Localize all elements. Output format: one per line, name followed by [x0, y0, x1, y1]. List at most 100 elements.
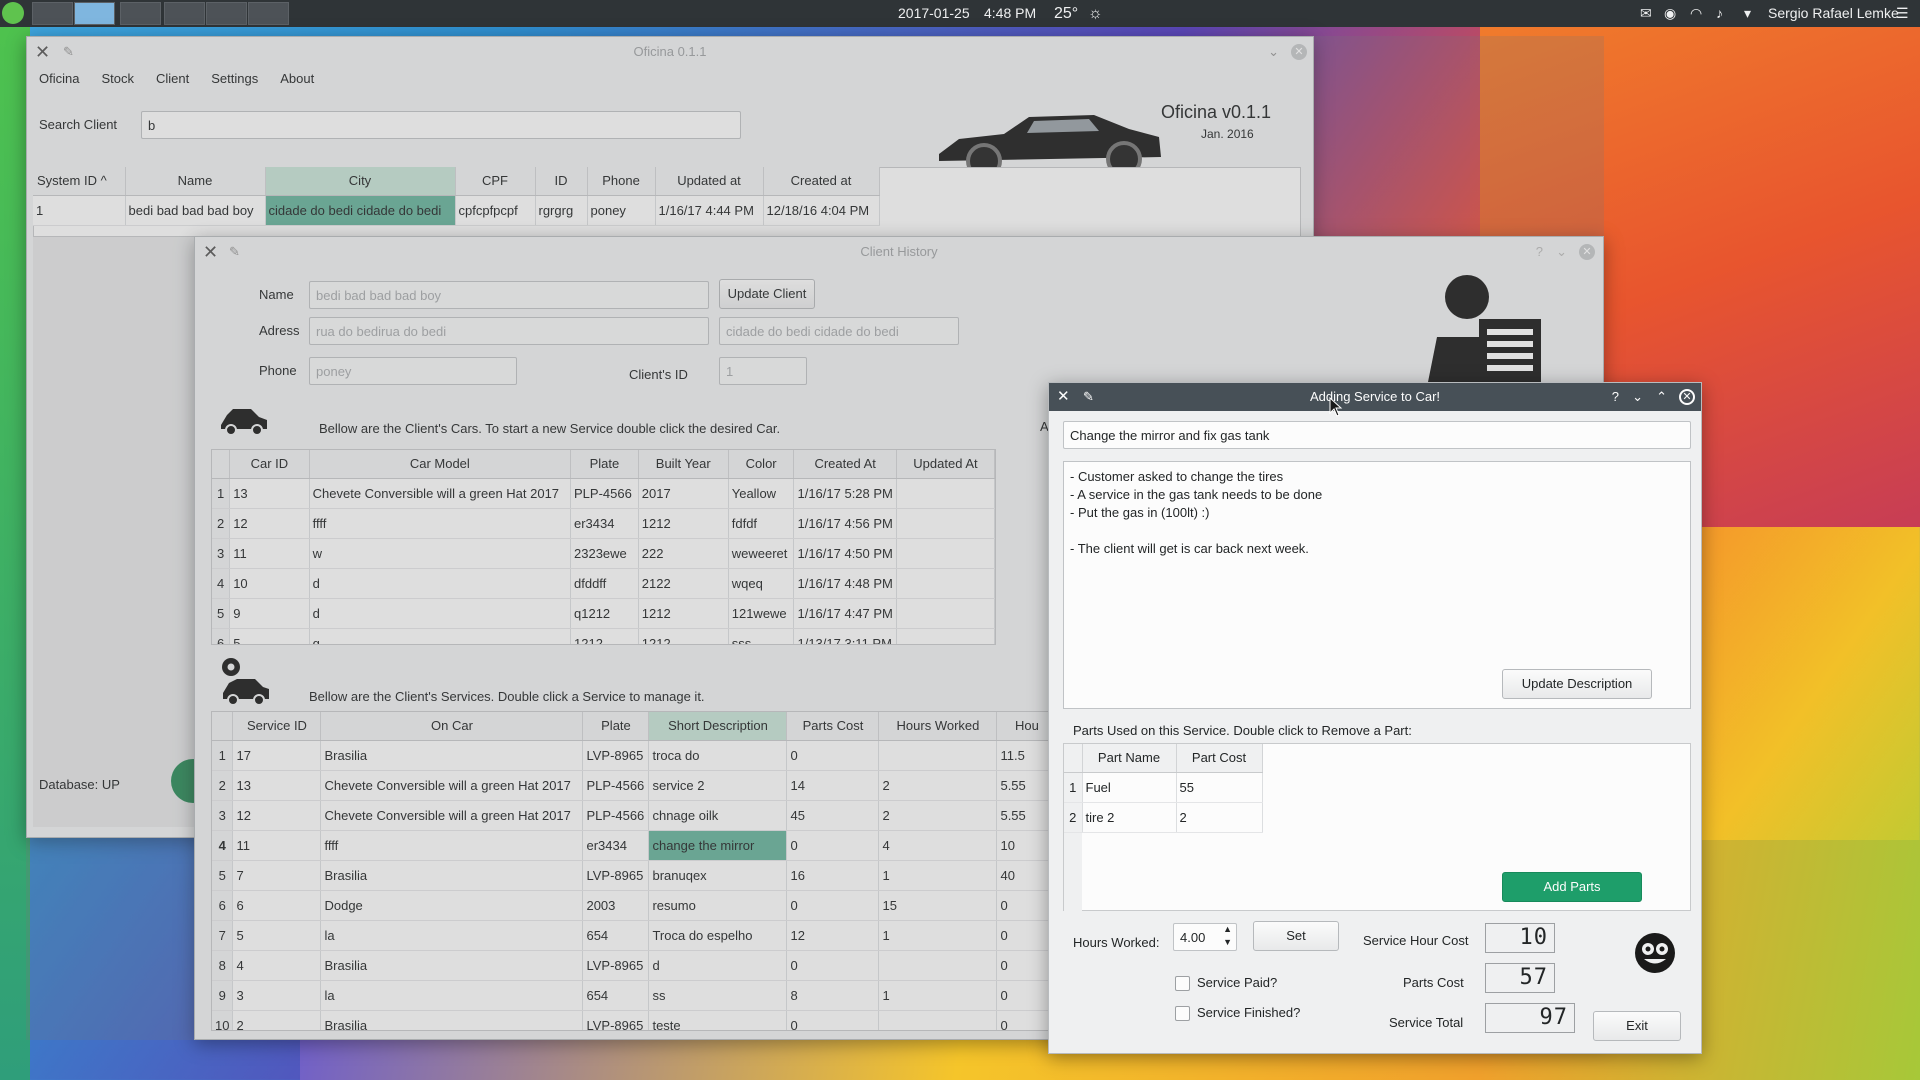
updates-icon[interactable]: ◉ — [1664, 0, 1676, 27]
col-plate[interactable]: Plate — [570, 450, 639, 479]
cell[interactable]: 1 — [33, 195, 126, 226]
col-plate[interactable]: Plate — [582, 712, 650, 741]
table-row[interactable]: 6 5 g 1212 1212 sss 1/13/17 3:11 PM — [212, 628, 995, 644]
task-client-history[interactable] — [74, 2, 115, 25]
table-row[interactable]: 1 Fuel 55 — [1064, 772, 1263, 803]
clock-date[interactable]: 2017-01-25 — [898, 0, 970, 27]
task-window-5[interactable] — [206, 2, 247, 25]
col-name[interactable]: Name — [125, 167, 266, 196]
task-window-6[interactable] — [248, 2, 289, 25]
clients-table[interactable]: System ID ^ Name City CPF ID Phone Updat… — [33, 167, 880, 226]
table-row[interactable]: 8 4 Brasilia LVP-8965 d 0 0 — [212, 950, 1058, 981]
col-car-model[interactable]: Car Model — [309, 450, 572, 479]
user-name[interactable]: Sergio Rafael Lemke — [1768, 0, 1899, 27]
table-row[interactable]: 3 11 w 2323ewe 222 weweeret 1/16/17 4:50 PM — [212, 538, 995, 569]
cell[interactable]: cpfcpfpcpf — [455, 195, 536, 226]
weather-temp[interactable]: 25° — [1054, 0, 1078, 27]
table-row[interactable]: 5 7 Brasilia LVP-8965 branuqex 16 1 40 — [212, 860, 1058, 891]
help-icon[interactable]: ? — [1536, 237, 1543, 267]
spin-up-icon[interactable]: ▲ — [1223, 924, 1232, 934]
close-icon[interactable]: ✕ — [1291, 44, 1307, 60]
table-row[interactable]: 9 3 la 654 ss 8 1 0 — [212, 980, 1058, 1011]
pin-icon[interactable]: ✎ — [1083, 383, 1094, 411]
help-icon[interactable]: ? — [1612, 383, 1619, 411]
col-parts-cost[interactable]: Parts Cost — [786, 712, 880, 741]
update-description-button[interactable]: Update Description — [1502, 669, 1652, 699]
short-description-input[interactable] — [1063, 421, 1691, 449]
main-titlebar[interactable]: ✕ ✎ Oficina 0.1.1 ⌄ ✕ — [27, 37, 1313, 67]
col-on-car[interactable]: On Car — [320, 712, 584, 741]
col-part-name[interactable]: Part Name — [1082, 744, 1177, 773]
exit-button[interactable]: Exit — [1593, 1011, 1681, 1041]
service-finished-label[interactable]: Service Finished? — [1197, 1005, 1300, 1020]
search-client-input[interactable] — [141, 111, 741, 139]
set-hours-button[interactable]: Set — [1253, 921, 1339, 951]
table-row[interactable]: 1 17 Brasilia LVP-8965 troca do 0 11.5 — [212, 740, 1058, 771]
pin-icon[interactable]: ✎ — [63, 37, 74, 67]
services-table[interactable]: Service ID On Car Plate Short Descriptio… — [212, 712, 1058, 1030]
volume-icon[interactable]: ♪ — [1716, 0, 1723, 27]
table-row[interactable]: 10 2 Brasilia LVP-8965 teste 0 0 — [212, 1010, 1058, 1030]
table-row[interactable]: 2 13 Chevete Conversible will a green Hat … — [212, 770, 1058, 801]
col-updated-at[interactable]: Updated At — [896, 450, 995, 479]
dialog-titlebar[interactable]: ✕ ✎ Adding Service to Car! ? ⌄ ⌃ ✕ — [1049, 383, 1701, 411]
col-id[interactable]: ID — [535, 167, 588, 196]
col-cpf[interactable]: CPF — [455, 167, 536, 196]
menu-about[interactable]: About — [280, 71, 314, 93]
pin-icon[interactable]: ✎ — [229, 237, 240, 267]
city-field[interactable] — [719, 317, 959, 345]
name-field[interactable] — [309, 281, 709, 309]
table-row[interactable]: 1 13 Chevete Conversible will a green Hat … — [212, 478, 995, 509]
col-service-id[interactable]: Service ID — [232, 712, 322, 741]
task-adding-service[interactable] — [120, 2, 161, 25]
address-field[interactable] — [309, 317, 709, 345]
cell[interactable]: cidade do bedi cidade do bedi — [265, 195, 456, 226]
hours-worked-spinbox[interactable]: 4.00 ▲ ▼ — [1173, 923, 1237, 951]
col-created-at[interactable]: Created at — [763, 167, 880, 196]
col-built-year[interactable]: Built Year — [638, 450, 729, 479]
app-launcher-icon[interactable] — [2, 2, 24, 24]
table-row-selected[interactable]: 4 11 ffff er3434 change the mirror 0 4 10 — [212, 830, 1058, 861]
service-finished-checkbox[interactable] — [1175, 1006, 1190, 1021]
col-phone[interactable]: Phone — [587, 167, 656, 196]
table-row[interactable]: 1 bedi bad bad bad boy cidade do bedi ci… — [33, 195, 880, 226]
task-window-4[interactable] — [164, 2, 205, 25]
table-row[interactable]: 2 tire 22 — [1064, 802, 1263, 833]
hamburger-menu-icon[interactable]: ☰ — [1896, 0, 1909, 27]
close-icon[interactable]: ✕ — [1579, 244, 1595, 260]
update-client-button[interactable]: Update Client — [719, 279, 815, 309]
col-hours-worked[interactable]: Hours Worked — [878, 712, 998, 741]
col-short-description[interactable]: Short Description — [648, 712, 788, 741]
cars-table[interactable]: Car ID Car Model Plate Built Year Color … — [212, 450, 995, 644]
cell[interactable]: rgrgrg — [535, 195, 588, 226]
col-created-at[interactable]: Created At — [793, 450, 897, 479]
cell[interactable]: bedi bad bad bad boy — [125, 195, 266, 226]
tray-expand-icon[interactable]: ▾ — [1744, 0, 1751, 27]
menu-client[interactable]: Client — [156, 71, 189, 93]
maximize-icon[interactable]: ⌃ — [1656, 383, 1667, 411]
close-icon[interactable]: ✕ — [1679, 389, 1695, 405]
weather-icon[interactable]: ☼ — [1088, 0, 1103, 27]
menu-settings[interactable]: Settings — [211, 71, 258, 93]
mail-icon[interactable]: ✉ — [1640, 0, 1652, 27]
phone-field[interactable] — [309, 357, 517, 385]
add-parts-button[interactable]: Add Parts — [1502, 872, 1642, 902]
table-row[interactable]: 5 9 d q1212 1212 121wewe 1/16/17 4:47 PM — [212, 598, 995, 629]
description-textarea[interactable]: - Customer asked to change the tires - A… — [1063, 461, 1691, 709]
spin-down-icon[interactable]: ▼ — [1223, 937, 1232, 947]
col-city[interactable]: City — [265, 167, 456, 196]
menu-oficina[interactable]: Oficina — [39, 71, 79, 93]
table-row[interactable]: 7 5 la 654 Troca do espelho 12 1 0 — [212, 920, 1058, 951]
col-car-id[interactable]: Car ID — [229, 450, 310, 479]
table-row[interactable]: 6 6 Dodge 2003 resumo 0 15 0 — [212, 890, 1058, 921]
task-oficina[interactable] — [32, 2, 73, 25]
service-paid-checkbox[interactable] — [1175, 976, 1190, 991]
minimize-icon[interactable]: ⌄ — [1556, 237, 1567, 267]
minimize-icon[interactable]: ⌄ — [1268, 37, 1279, 67]
history-titlebar[interactable]: ✕ ✎ Client History ? ⌄ ✕ — [195, 237, 1603, 267]
menu-stock[interactable]: Stock — [101, 71, 134, 93]
col-color[interactable]: Color — [728, 450, 795, 479]
table-row[interactable]: 2 12 ffff er3434 1212 fdfdf 1/16/17 4:56 PM — [212, 508, 995, 539]
col-updated-at[interactable]: Updated at — [655, 167, 764, 196]
cell[interactable]: poney — [587, 195, 656, 226]
